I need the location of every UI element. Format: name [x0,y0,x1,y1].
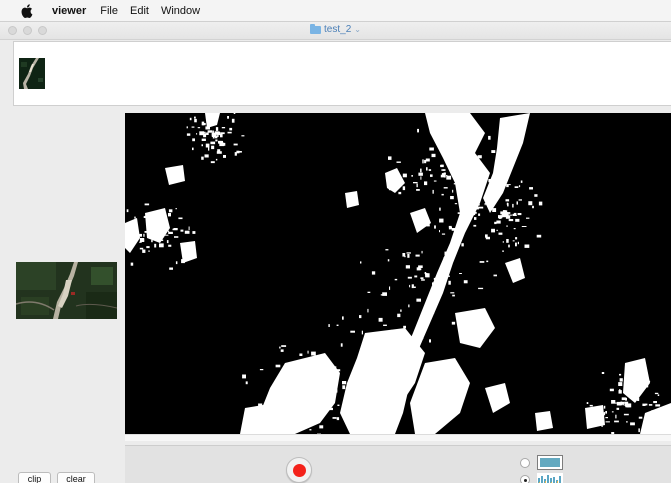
menu-app-name[interactable]: viewer [52,5,86,17]
source-image-preview[interactable] [16,262,117,319]
colormap-swatch-icon [537,455,563,470]
radio-colormap-option[interactable] [520,458,530,468]
histogram-swatch-icon [537,472,563,483]
window-titlebar[interactable]: test_2 ⌄ [0,22,671,40]
menu-bar: viewer File Edit Window [0,0,671,22]
segmentation-image-canvas[interactable] [125,113,671,434]
horizontal-scrollbar[interactable] [125,434,671,441]
window-title: test_2 ⌄ [0,23,671,35]
screen: viewer File Edit Window test_2 ⌄ clip cl… [0,0,671,483]
radio-histogram-option[interactable] [520,475,530,483]
menu-file[interactable]: File [100,5,118,17]
menu-window[interactable]: Window [161,5,200,17]
record-button[interactable] [286,457,312,483]
chevron-down-icon[interactable]: ⌄ [354,25,361,34]
menu-edit[interactable]: Edit [130,5,149,17]
window-title-text: test_2 [324,24,352,35]
record-icon [292,463,306,477]
clip-button[interactable]: clip [18,472,51,483]
thumbnail-strip [13,41,671,106]
control-panel [125,445,671,483]
clear-button[interactable]: clear [57,472,95,483]
apple-icon[interactable] [21,3,35,18]
folder-icon [310,23,322,34]
thumbnail[interactable] [19,58,45,89]
